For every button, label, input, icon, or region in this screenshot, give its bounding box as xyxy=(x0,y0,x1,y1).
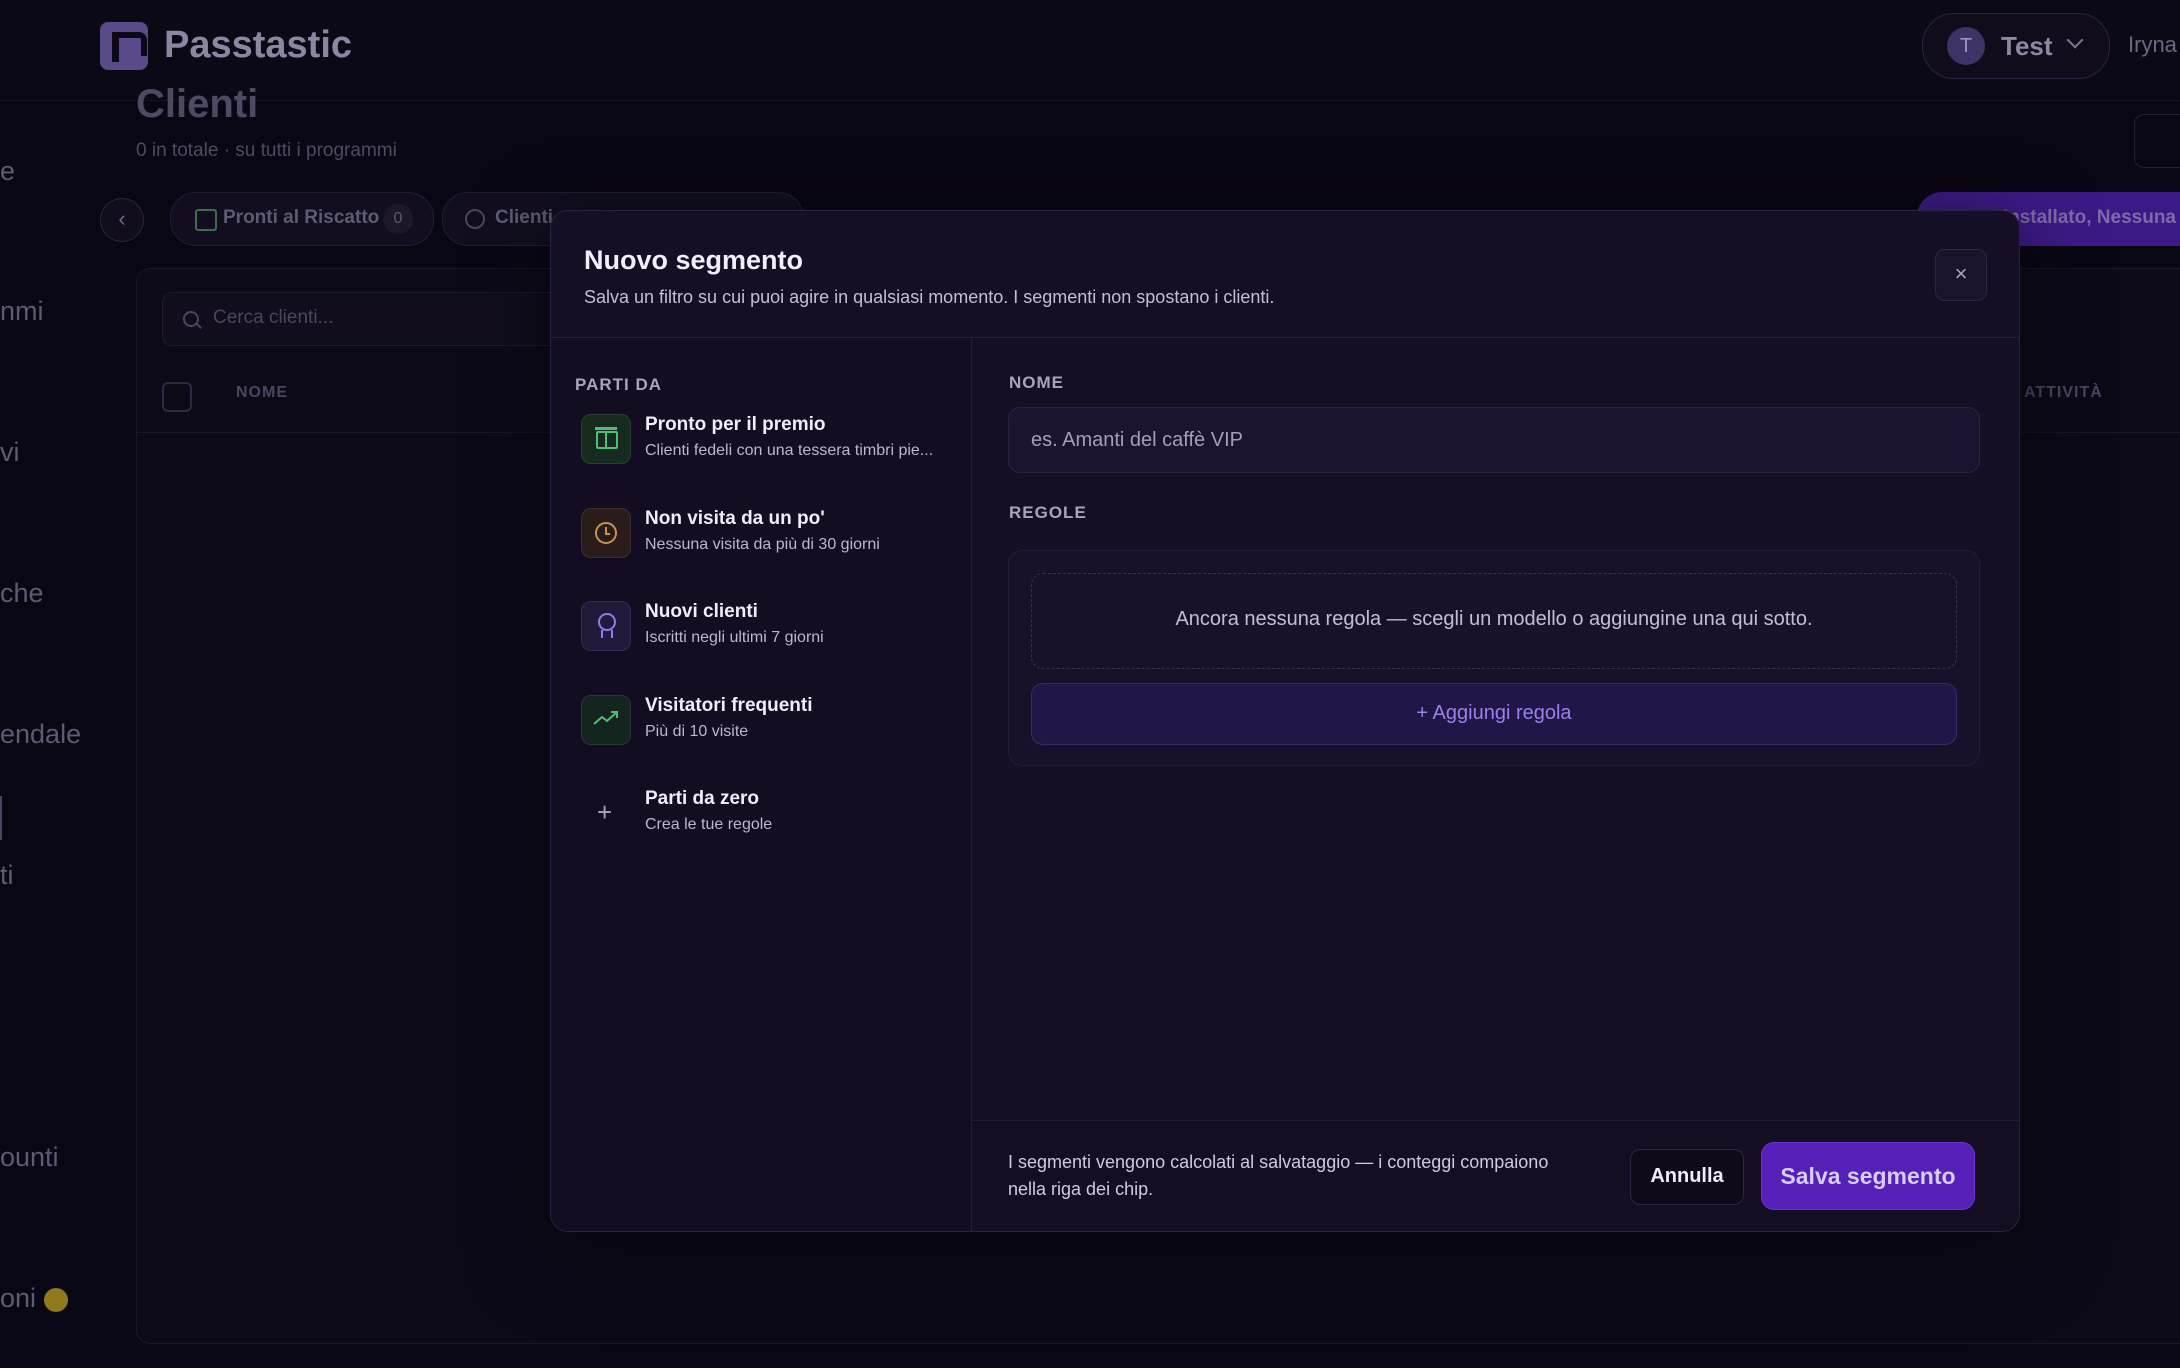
sidebar-item[interactable]: nmi xyxy=(0,296,44,327)
sidebar-item-label: oni xyxy=(0,1283,37,1313)
template-from-scratch[interactable]: + Parti da zero Crea le tue regole xyxy=(581,778,961,848)
dialog-subtitle: Salva un filtro su cui puoi agire in qua… xyxy=(584,287,1275,307)
empty-rules-placeholder: Ancora nessuna regola — scegli un modell… xyxy=(1031,573,1957,669)
dialog-header: Nuovo segmento Salva un filtro su cui pu… xyxy=(551,211,2019,338)
sidebar-item[interactable]: ounti xyxy=(0,1142,59,1173)
template-title: Visitatori frequenti xyxy=(645,695,813,716)
column-header-name[interactable]: NOME xyxy=(236,384,288,402)
template-not-visited[interactable]: Non visita da un po' Nessuna visita da p… xyxy=(581,498,961,568)
chip-label: Pronti al Riscatto xyxy=(223,207,380,228)
trending-up-icon xyxy=(581,695,631,745)
feedback-button[interactable] xyxy=(2134,114,2180,168)
avatar: T xyxy=(1947,27,1985,65)
sidebar-item[interactable]: endale xyxy=(0,719,81,750)
clock-icon xyxy=(581,508,631,558)
segment-name-input[interactable] xyxy=(1009,408,1979,472)
chip-scroll-left-button[interactable]: ‹ xyxy=(100,198,144,242)
users-icon xyxy=(465,209,485,229)
chip-count: 0 xyxy=(383,204,413,234)
award-icon xyxy=(581,601,631,651)
new-segment-dialog: Nuovo segmento Salva un filtro su cui pu… xyxy=(550,210,2020,1232)
template-ready-for-reward[interactable]: Pronto per il premio Clienti fedeli con … xyxy=(581,404,961,474)
account-switcher[interactable]: T Test xyxy=(1922,13,2110,79)
template-panel: PARTI DA Pronto per il premio Clienti fe… xyxy=(551,338,972,1231)
sidebar-item[interactable]: e xyxy=(0,156,15,187)
segment-name-field[interactable] xyxy=(1008,407,1980,473)
passtastic-logo-icon[interactable] xyxy=(100,22,148,70)
cancel-button[interactable]: Annulla xyxy=(1630,1149,1744,1205)
empty-rules-text: Ancora nessuna regola — scegli un modell… xyxy=(1175,608,1813,630)
template-title: Parti da zero xyxy=(645,788,760,809)
plus-icon: + xyxy=(597,797,613,827)
search-icon xyxy=(183,311,199,327)
save-segment-button[interactable]: Salva segmento xyxy=(1762,1143,1974,1209)
chip-label: Clienti xyxy=(495,207,554,228)
dialog-title: Nuovo segmento xyxy=(584,245,804,275)
gift-icon xyxy=(581,414,631,464)
template-frequent-visitors[interactable]: Visitatori frequenti Più di 10 visite xyxy=(581,685,961,755)
template-description: Più di 10 visite xyxy=(645,723,749,740)
template-title: Non visita da un po' xyxy=(645,508,825,529)
dialog-footer: I segmenti vengono calcolati al salvatag… xyxy=(972,1120,2019,1231)
crown-icon xyxy=(44,1287,69,1312)
gift-icon xyxy=(195,209,217,231)
top-bar: Passtastic T Test Iryna xyxy=(0,0,2180,101)
rules-container: Ancora nessuna regola — scegli un modell… xyxy=(1008,550,1980,766)
user-name[interactable]: Iryna xyxy=(2128,32,2177,58)
search-placeholder: Cerca clienti... xyxy=(213,307,334,328)
column-header-activity[interactable]: ATTIVITÀ xyxy=(2024,384,2103,402)
name-label: NOME xyxy=(1009,373,1064,392)
template-description: Iscritti negli ultimi 7 giorni xyxy=(645,629,824,646)
sidebar-item[interactable]: ti xyxy=(0,860,14,891)
rules-label: REGOLE xyxy=(1009,503,1087,522)
chip-ready-to-redeem[interactable]: Pronti al Riscatto 0 xyxy=(170,192,434,246)
close-icon[interactable]: × xyxy=(1935,249,1987,301)
brand-name[interactable]: Passtastic xyxy=(164,24,352,67)
chip-label: Installato, Nessuna xyxy=(2002,207,2176,228)
account-name: Test xyxy=(2001,31,2053,61)
sidebar-item[interactable]: vi xyxy=(0,437,20,468)
template-description: Crea le tue regole xyxy=(645,816,773,833)
add-rule-button[interactable]: + Aggiungi regola xyxy=(1031,683,1957,745)
sidebar-item-premium[interactable]: oni xyxy=(0,1283,69,1314)
footer-note: I segmenti vengono calcolati al salvatag… xyxy=(1008,1152,1549,1199)
add-rule-label: + Aggiungi regola xyxy=(1416,702,1572,724)
template-new-clients[interactable]: Nuovi clienti Iscritti negli ultimi 7 gi… xyxy=(581,591,961,661)
select-all-checkbox[interactable] xyxy=(162,382,192,412)
template-title: Nuovi clienti xyxy=(645,601,758,622)
start-from-label: PARTI DA xyxy=(575,375,663,394)
page-subtitle: 0 in totale · su tutti i programmi xyxy=(136,140,397,161)
page-title: Clienti xyxy=(136,82,259,126)
template-description: Clienti fedeli con una tessera timbri pi… xyxy=(645,442,934,459)
sidebar-item[interactable]: che xyxy=(0,578,44,609)
template-title: Pronto per il premio xyxy=(645,414,826,435)
chevron-down-icon xyxy=(2066,31,2084,49)
template-description: Nessuna visita da più di 30 giorni xyxy=(645,536,880,553)
sidebar-active-indicator xyxy=(0,796,2,840)
